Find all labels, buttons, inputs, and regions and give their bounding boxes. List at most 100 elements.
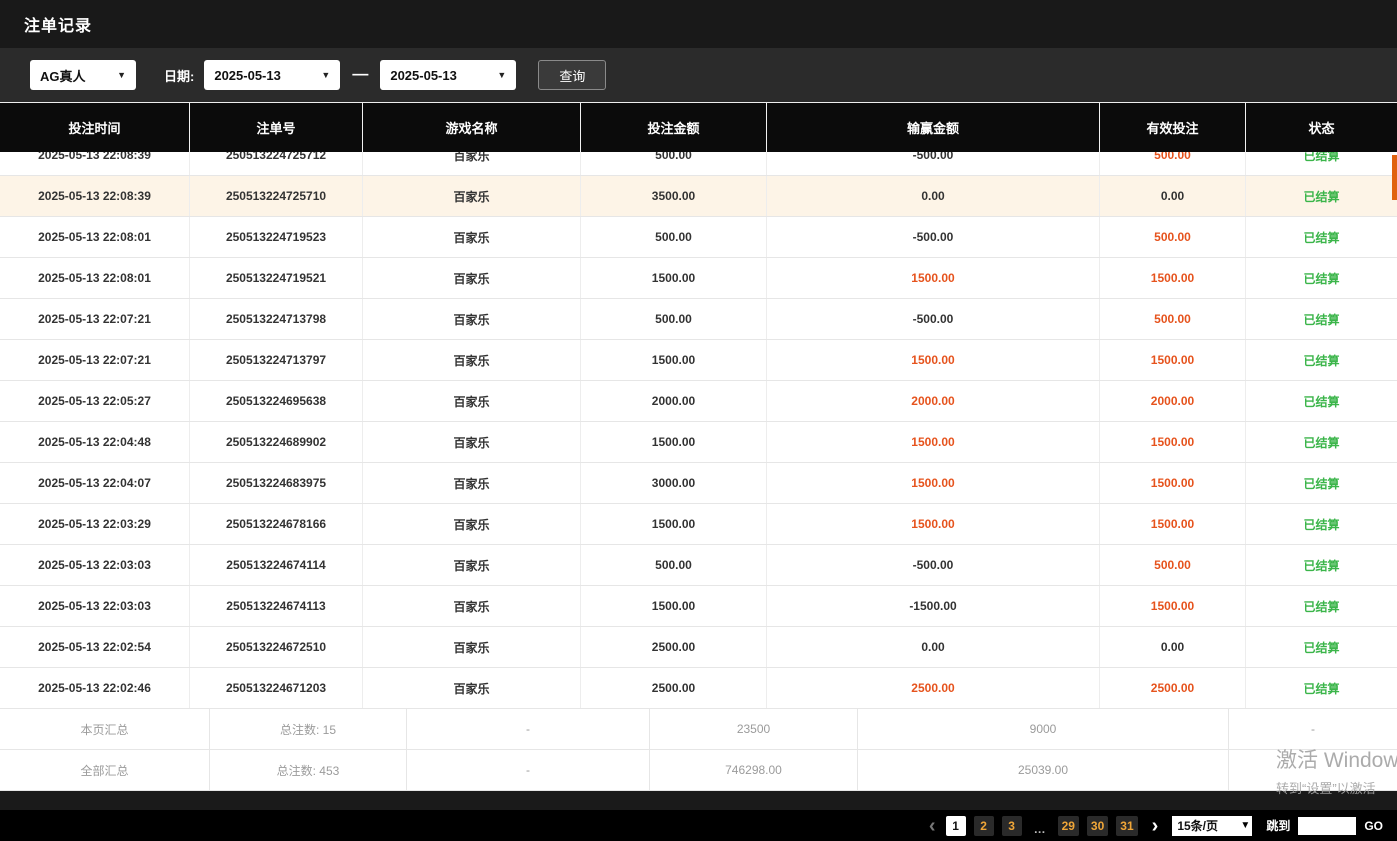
cell-game-name: 百家乐 (363, 340, 581, 380)
chevron-down-icon: ▼ (497, 70, 506, 80)
cell-bet-time: 2025-05-13 22:08:39 (0, 176, 190, 216)
scrollbar-thumb[interactable] (1392, 155, 1397, 200)
filter-bar: AG真人 ▼ 日期: 2025-05-13 ▼ — 2025-05-13 ▼ 查… (0, 48, 1397, 102)
cell-valid-bet: 1500.00 (1100, 504, 1246, 544)
cell-status-badge: 已结算 (1246, 176, 1397, 216)
table-body: 2025-05-13 22:08:39250513224725712百家乐500… (0, 152, 1397, 709)
summary-cell: - (407, 709, 650, 749)
cell-bet-amount: 1500.00 (581, 586, 767, 626)
cell-bet-amount: 2000.00 (581, 381, 767, 421)
cell-winloss-amount: 1500.00 (767, 422, 1100, 462)
cell-game-name: 百家乐 (363, 586, 581, 626)
page-button-30[interactable]: 30 (1087, 816, 1108, 836)
chevron-down-icon: ▼ (1240, 820, 1250, 831)
cell-winloss-amount: 0.00 (767, 627, 1100, 667)
cell-valid-bet: 2000.00 (1100, 381, 1246, 421)
page-button-29[interactable]: 29 (1058, 816, 1079, 836)
cell-bet-amount: 500.00 (581, 545, 767, 585)
next-page-icon[interactable]: › (1152, 816, 1159, 836)
cell-game-name: 百家乐 (363, 668, 581, 708)
summary-cell: - (407, 750, 650, 790)
cell-bet-time: 2025-05-13 22:07:21 (0, 299, 190, 339)
cell-status-badge: 已结算 (1246, 152, 1397, 175)
cell-game-name: 百家乐 (363, 504, 581, 544)
table-row: 2025-05-13 22:03:29250513224678166百家乐150… (0, 504, 1397, 545)
cell-status-badge: 已结算 (1246, 545, 1397, 585)
title-bar: 注单记录 (0, 0, 1397, 48)
page-button-31[interactable]: 31 (1116, 816, 1137, 836)
cell-bet-amount: 500.00 (581, 217, 767, 257)
cell-status-badge: 已结算 (1246, 668, 1397, 708)
date-label: 日期: (164, 66, 194, 85)
bottom-gap (0, 791, 1397, 810)
cell-winloss-amount: -500.00 (767, 299, 1100, 339)
summary-row: 全部汇总总注数: 453-746298.0025039.00 (0, 750, 1397, 791)
page-button-1[interactable]: 1 (946, 816, 966, 836)
cell-valid-bet: 2500.00 (1100, 668, 1246, 708)
prev-page-icon[interactable]: ‹ (929, 816, 936, 836)
table-header-row: 投注时间注单号游戏名称投注金额输赢金额有效投注状态 (0, 102, 1397, 152)
pagination-bar: ‹ 123…293031 › 15条/页 ▼ 跳到 GO (0, 810, 1397, 841)
jump-to-label: 跳到 (1266, 817, 1290, 834)
go-button[interactable]: GO (1364, 819, 1383, 833)
summary-cell: 全部汇总 (0, 750, 210, 790)
page-size-select[interactable]: 15条/页 ▼ (1172, 816, 1252, 836)
summary-cell (1229, 750, 1397, 790)
column-header: 有效投注 (1100, 103, 1246, 152)
date-range-separator: — (352, 66, 368, 84)
cell-bet-time: 2025-05-13 22:02:54 (0, 627, 190, 667)
jump-page-input[interactable] (1298, 817, 1356, 835)
cell-winloss-amount: 0.00 (767, 176, 1100, 216)
game-type-select[interactable]: AG真人 ▼ (30, 60, 136, 90)
column-header: 投注金额 (581, 103, 767, 152)
page-title: 注单记录 (24, 12, 92, 36)
cell-valid-bet: 1500.00 (1100, 258, 1246, 298)
date-to-value: 2025-05-13 (390, 68, 457, 83)
page-buttons: 123…293031 (946, 816, 1138, 836)
cell-order-number: 250513224674113 (190, 586, 363, 626)
cell-order-number: 250513224674114 (190, 545, 363, 585)
column-header: 输赢金额 (767, 103, 1100, 152)
bet-records-page: 注单记录 AG真人 ▼ 日期: 2025-05-13 ▼ — 2025-05-1… (0, 0, 1397, 841)
cell-winloss-amount: -1500.00 (767, 586, 1100, 626)
cell-status-badge: 已结算 (1246, 381, 1397, 421)
cell-status-badge: 已结算 (1246, 504, 1397, 544)
cell-order-number: 250513224713798 (190, 299, 363, 339)
summary-cell: 23500 (650, 709, 858, 749)
cell-winloss-amount: 1500.00 (767, 258, 1100, 298)
cell-valid-bet: 500.00 (1100, 299, 1246, 339)
cell-valid-bet: 1500.00 (1100, 340, 1246, 380)
cell-winloss-amount: 2000.00 (767, 381, 1100, 421)
cell-order-number: 250513224719521 (190, 258, 363, 298)
cell-game-name: 百家乐 (363, 176, 581, 216)
date-from-select[interactable]: 2025-05-13 ▼ (204, 60, 340, 90)
cell-bet-amount: 500.00 (581, 152, 767, 175)
summary-row: 本页汇总总注数: 15-235009000- (0, 709, 1397, 750)
date-to-select[interactable]: 2025-05-13 ▼ (380, 60, 516, 90)
cell-bet-time: 2025-05-13 22:02:46 (0, 668, 190, 708)
table-row: 2025-05-13 22:07:21250513224713797百家乐150… (0, 340, 1397, 381)
cell-bet-amount: 1500.00 (581, 258, 767, 298)
cell-status-badge: 已结算 (1246, 340, 1397, 380)
cell-winloss-amount: 1500.00 (767, 504, 1100, 544)
cell-winloss-amount: 1500.00 (767, 463, 1100, 503)
summary-cell: 总注数: 453 (210, 750, 407, 790)
cell-game-name: 百家乐 (363, 299, 581, 339)
page-button-3[interactable]: 3 (1002, 816, 1022, 836)
cell-bet-amount: 500.00 (581, 299, 767, 339)
summary-cell: 9000 (858, 709, 1229, 749)
table-row: 2025-05-13 22:07:21250513224713798百家乐500… (0, 299, 1397, 340)
cell-status-badge: 已结算 (1246, 463, 1397, 503)
cell-winloss-amount: 1500.00 (767, 340, 1100, 380)
cell-valid-bet: 500.00 (1100, 152, 1246, 175)
query-button[interactable]: 查询 (538, 60, 606, 90)
page-button-2[interactable]: 2 (974, 816, 994, 836)
date-from-value: 2025-05-13 (214, 68, 281, 83)
cell-game-name: 百家乐 (363, 381, 581, 421)
cell-order-number: 250513224695638 (190, 381, 363, 421)
cell-order-number: 250513224683975 (190, 463, 363, 503)
cell-bet-time: 2025-05-13 22:08:01 (0, 217, 190, 257)
summary-cell: 本页汇总 (0, 709, 210, 749)
table-row: 2025-05-13 22:02:46250513224671203百家乐250… (0, 668, 1397, 709)
cell-status-badge: 已结算 (1246, 586, 1397, 626)
